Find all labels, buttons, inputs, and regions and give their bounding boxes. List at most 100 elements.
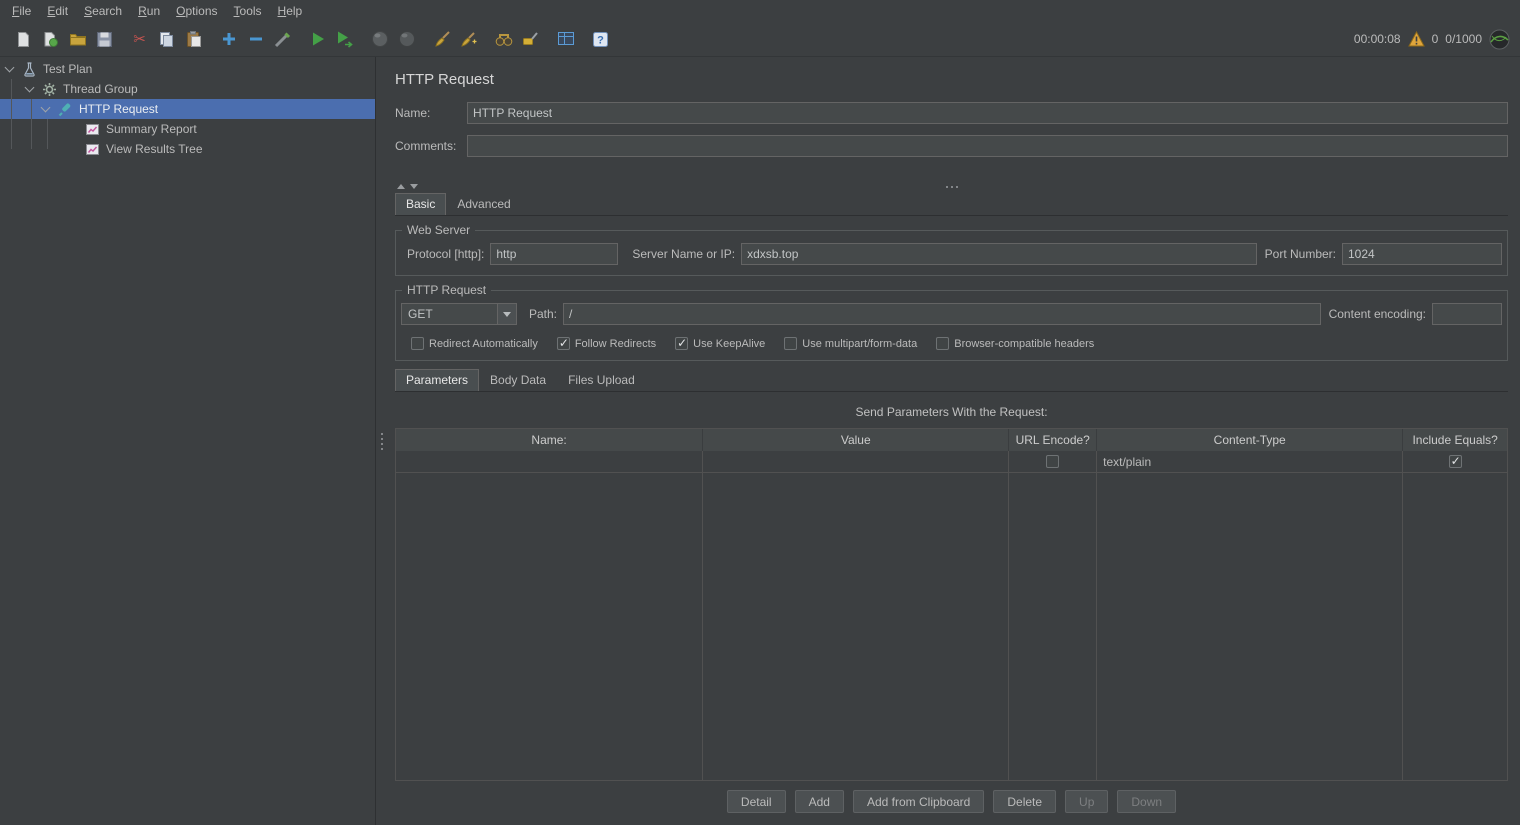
thread-count: 0/1000 [1445,32,1482,46]
option-redirect-automatically[interactable]: Redirect Automatically [411,337,538,350]
checkbox-icon[interactable] [784,337,797,350]
chevron-down-icon[interactable] [41,102,51,112]
copy-icon[interactable] [153,26,180,53]
chevron-down-icon[interactable] [5,62,15,72]
option-browser-compatible-headers[interactable]: Browser-compatible headers [936,337,1094,350]
tab-body-data[interactable]: Body Data [479,369,557,391]
tree-item-test-plan[interactable]: Test Plan [0,59,375,79]
function-helper-icon[interactable] [552,26,579,53]
add-from-clipboard-button[interactable]: Add from Clipboard [853,790,984,813]
tree-item-thread-group[interactable]: Thread Group [0,79,375,99]
web-server-legend: Web Server [402,223,475,237]
menu-options[interactable]: Options [168,2,225,20]
panel-splitter[interactable] [375,57,387,825]
server-name-input[interactable] [741,243,1257,265]
checkbox-icon[interactable] [675,337,688,350]
warning-icon[interactable] [1408,31,1425,47]
path-input[interactable] [563,303,1321,325]
toggle-icon[interactable] [269,26,296,53]
split-collapse-down-icon[interactable] [410,184,418,189]
cut-icon[interactable]: ✂ [126,26,153,53]
tree-item-label: Thread Group [63,82,138,96]
templates-icon[interactable] [37,26,64,53]
checkbox-icon[interactable] [936,337,949,350]
tree-item-summary-report[interactable]: Summary Report [0,119,375,139]
split-drag-handle-icon[interactable] [946,186,958,188]
url-encode-checkbox[interactable] [1046,455,1059,468]
path-label: Path: [529,307,557,321]
tree-item-view-results-tree[interactable]: View Results Tree [0,139,375,159]
name-input[interactable] [467,102,1508,124]
column-header-content-type[interactable]: Content-Type [1097,429,1403,451]
start-no-pauses-icon[interactable] [331,26,358,53]
comments-label: Comments: [395,139,467,153]
param-content-type-cell[interactable]: text/plain [1097,451,1402,473]
test-plan-icon [21,61,37,77]
checkbox-icon[interactable] [411,337,424,350]
expand-all-icon[interactable] [215,26,242,53]
chevron-down-icon [503,312,511,317]
save-icon[interactable] [91,26,118,53]
stop-icon[interactable] [366,26,393,53]
protocol-input[interactable] [490,243,618,265]
param-value-cell[interactable] [703,451,1008,473]
down-button[interactable]: Down [1117,790,1176,813]
tree-item-http-request[interactable]: HTTP Request [0,99,375,119]
column-header-include-equals[interactable]: Include Equals? [1403,429,1507,451]
paste-icon[interactable] [180,26,207,53]
option-use-multipart[interactable]: Use multipart/form-data [784,337,917,350]
tab-basic[interactable]: Basic [395,193,446,215]
param-include-equals-cell[interactable] [1403,451,1507,473]
detail-button[interactable]: Detail [727,790,786,813]
port-number-label: Port Number: [1265,247,1336,261]
comments-input[interactable] [467,135,1508,157]
checkbox-icon[interactable] [557,337,570,350]
column-header-url-encode[interactable]: URL Encode? [1009,429,1097,451]
http-request-legend: HTTP Request [402,283,491,297]
parameters-table-body: text/plain [396,451,1507,780]
delete-button[interactable]: Delete [993,790,1056,813]
shutdown-icon[interactable] [393,26,420,53]
param-name-cell[interactable] [396,451,702,473]
method-select[interactable]: GET [401,303,517,325]
menu-help[interactable]: Help [270,2,311,20]
tab-parameters[interactable]: Parameters [395,369,479,391]
menu-edit[interactable]: Edit [39,2,76,20]
logo-sphere-icon[interactable] [1489,29,1510,50]
clear-all-icon[interactable] [455,26,482,53]
include-equals-checkbox[interactable] [1449,455,1462,468]
send-parameters-title: Send Parameters With the Request: [395,405,1508,419]
menu-tools[interactable]: Tools [226,2,270,20]
chevron-down-icon[interactable] [25,82,35,92]
open-file-icon[interactable] [64,26,91,53]
tab-advanced[interactable]: Advanced [446,193,521,215]
column-header-value[interactable]: Value [703,429,1009,451]
elapsed-time: 00:00:08 [1354,32,1401,46]
editor-panel: HTTP Request Name: Comments: Basic Advan… [387,57,1520,825]
menu-run[interactable]: Run [130,2,168,20]
port-number-input[interactable] [1342,243,1502,265]
up-button[interactable]: Up [1065,790,1108,813]
search-icon[interactable] [490,26,517,53]
parameters-table: Name: Value URL Encode? Content-Type Inc… [395,428,1508,781]
option-label: Use multipart/form-data [802,338,917,350]
help-icon[interactable]: ? [587,26,614,53]
menu-search[interactable]: Search [76,2,130,20]
add-button[interactable]: Add [795,790,844,813]
start-icon[interactable] [304,26,331,53]
param-url-encode-cell[interactable] [1009,451,1096,473]
new-file-icon[interactable] [10,26,37,53]
content-encoding-input[interactable] [1432,303,1502,325]
option-label: Use KeepAlive [693,338,765,350]
column-header-name[interactable]: Name: [396,429,703,451]
search-reset-icon[interactable] [517,26,544,53]
collapse-all-icon[interactable] [242,26,269,53]
method-dropdown-button[interactable] [497,303,517,325]
clear-icon[interactable] [428,26,455,53]
menu-file[interactable]: File [4,2,39,20]
option-use-keepalive[interactable]: Use KeepAlive [675,337,765,350]
split-collapse-up-icon[interactable] [397,184,405,189]
horizontal-split-divider[interactable] [395,180,1508,193]
option-follow-redirects[interactable]: Follow Redirects [557,337,656,350]
tab-files-upload[interactable]: Files Upload [557,369,646,391]
